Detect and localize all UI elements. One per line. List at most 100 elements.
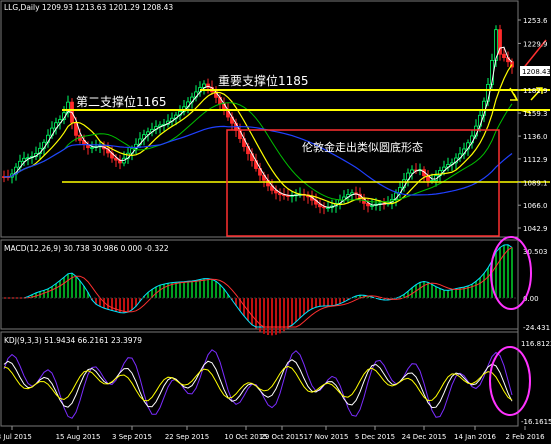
price-tick-label: 1159.3 <box>523 110 548 118</box>
candle-body <box>502 53 506 58</box>
chart-window: LLG,Daily 1209.93 1213.63 1201.29 1208.4… <box>0 0 551 444</box>
macd-bar <box>195 280 197 298</box>
macd-bar <box>107 298 109 310</box>
price-tick-label: 1112.9 <box>523 156 548 164</box>
macd-bar <box>455 288 457 298</box>
macd-bar <box>275 298 277 335</box>
kdj-header: KDJ(9,3,3) 51.9434 66.2161 23.3979 <box>4 336 142 345</box>
macd-bar <box>283 298 285 332</box>
macd-bar <box>419 282 421 298</box>
date-tick-label: 5 Dec 2015 <box>355 433 395 441</box>
date-tick-label: 14 Jan 2016 <box>454 433 497 441</box>
macd-bar <box>263 298 265 334</box>
macd-bar <box>127 298 129 313</box>
macd-bar <box>51 286 53 298</box>
date-tick-label: 17 Nov 2015 <box>304 433 349 441</box>
macd-bar <box>255 298 257 329</box>
macd-bar <box>219 284 221 298</box>
macd-bar <box>503 244 505 298</box>
price-tick-label: 1253.6 <box>523 17 548 25</box>
date-tick-label: 2 Feb 2016 <box>505 433 545 441</box>
macd-bar <box>287 298 289 329</box>
macd-bar <box>495 252 497 298</box>
macd-bar <box>271 298 273 336</box>
kdj-highlight-circle <box>489 346 531 416</box>
chart-canvas: LLG,Daily 1209.93 1213.63 1201.29 1208.4… <box>0 0 551 441</box>
macd-tick-bottom: -24.431 <box>523 324 550 332</box>
date-tick-label: 24 Dec 2015 <box>402 433 447 441</box>
date-tick-label: 22 Sep 2015 <box>165 433 209 441</box>
macd-bar <box>511 247 513 298</box>
macd-bar <box>59 280 61 298</box>
macd-bar <box>487 267 489 298</box>
macd-bar <box>295 298 297 322</box>
macd-bar <box>43 290 45 298</box>
macd-bar <box>67 273 69 298</box>
date-tick-label: 15 Aug 2015 <box>56 433 101 441</box>
price-header: LLG,Daily 1209.93 1213.63 1201.29 1208.4… <box>4 3 173 12</box>
price-tick-label: 1182.9 <box>523 87 548 95</box>
annotation-rounding-bottom: 伦敦金走出类似圆底形态 <box>302 140 423 154</box>
date-axis-ticks: 28 Jul 2015 15 Aug 2015 3 Sep 2015 22 Sep 2… <box>0 426 545 441</box>
macd-bar <box>311 298 313 309</box>
kdj-tick-bottom: -16.1615 <box>521 418 551 426</box>
macd-bar <box>79 280 81 298</box>
macd-bar <box>483 273 485 298</box>
macd-bar <box>207 278 209 298</box>
macd-histogram-group <box>3 244 513 336</box>
candle-body <box>370 205 374 207</box>
annotation-1165: 第二支撑位1165 <box>76 94 167 109</box>
candle-body <box>90 147 94 149</box>
macd-bar <box>203 278 205 298</box>
macd-bar <box>327 298 329 306</box>
date-tick-label: 28 Jul 2015 <box>0 433 32 441</box>
macd-bar <box>199 279 201 298</box>
last-price-label: 1208.43 <box>522 68 551 76</box>
macd-header: MACD(12,26,9) 30.738 30.986 0.000 -0.322 <box>4 244 169 253</box>
macd-bar <box>267 298 269 336</box>
price-panel-frame <box>0 0 519 238</box>
macd-bar <box>431 284 433 298</box>
macd-bar <box>63 277 65 298</box>
macd-bar <box>443 290 445 298</box>
macd-bar <box>191 281 193 298</box>
macd-bar <box>175 282 177 298</box>
date-tick-label: 3 Sep 2015 <box>112 433 152 441</box>
kdj-lines-group <box>3 349 513 419</box>
macd-bar <box>279 298 281 334</box>
macd-bar <box>427 282 429 298</box>
macd-bar <box>159 285 161 298</box>
macd-bar <box>291 298 293 326</box>
macd-bar <box>475 281 477 298</box>
candle-body <box>410 169 414 174</box>
macd-bar <box>71 273 73 298</box>
price-axis-ticks: 1253.6 1229.9 1182.9 1159.3 1136.0 1112.9 1089… <box>518 17 548 233</box>
price-tick-label: 1229.9 <box>523 40 548 48</box>
macd-bar <box>331 298 333 306</box>
macd-bar <box>163 284 165 298</box>
macd-bar <box>179 281 181 298</box>
price-tick-label: 1066.0 <box>523 202 548 210</box>
macd-bar <box>439 288 441 298</box>
macd-bar <box>335 298 337 306</box>
price-tick-label: 1136.0 <box>523 133 548 141</box>
macd-bar <box>215 281 217 298</box>
macd-bar <box>111 298 113 311</box>
price-tick-label: 1089.1 <box>523 179 548 187</box>
price-tick-label: 1042.9 <box>523 225 548 233</box>
macd-bar <box>123 298 125 313</box>
macd-bar <box>435 286 437 298</box>
macd-bar <box>423 281 425 298</box>
macd-bar <box>251 298 253 325</box>
macd-bar <box>319 298 321 307</box>
macd-bar <box>323 298 325 306</box>
macd-bar <box>55 283 57 298</box>
macd-bar <box>211 279 213 298</box>
macd-bar <box>507 244 509 298</box>
kdj-tick-top: 116.8122 <box>521 340 551 348</box>
macd-bar <box>303 298 305 315</box>
ma-slow-line <box>3 102 513 203</box>
date-tick-label: 29 Oct 2015 <box>260 433 303 441</box>
macd-bar <box>499 247 501 298</box>
candles-group <box>2 24 514 215</box>
